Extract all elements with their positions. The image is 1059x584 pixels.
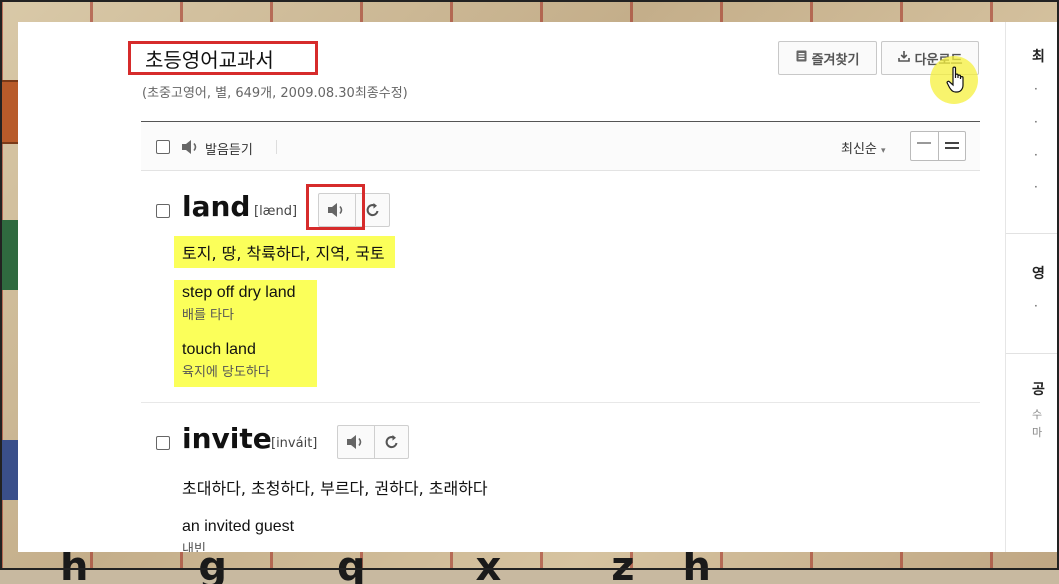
list-toolbar: 발음듣기 최신순 ▾ bbox=[141, 121, 980, 171]
phonetic: [lænd] bbox=[254, 204, 298, 219]
repeat-sound-button[interactable] bbox=[374, 426, 408, 458]
wordbook-panel: 초등영어교과서 (초중고영어, 별, 649개, 2009.08.30최종수정)… bbox=[18, 22, 1005, 552]
example-list: step off dry land 배를 타다 touch land 육지에 당… bbox=[174, 280, 317, 387]
example-translation: 육지에 당도하다 bbox=[182, 365, 270, 380]
background-decoration bbox=[0, 220, 18, 290]
side-panel-bullet[interactable]: · bbox=[1034, 82, 1038, 96]
phonetic: [inváit] bbox=[271, 436, 318, 451]
side-panel-bullet[interactable]: · bbox=[1034, 115, 1038, 129]
word-meaning: 토지, 땅, 착륙하다, 지역, 국토 bbox=[174, 236, 395, 268]
side-panel-heading: 영 bbox=[1032, 266, 1045, 282]
play-sound-button[interactable] bbox=[338, 426, 374, 458]
word-checkbox[interactable] bbox=[156, 204, 170, 218]
side-panel: 최 · · · · 영 · 공 수 마 bbox=[1005, 22, 1059, 552]
word-title: invite bbox=[182, 422, 272, 455]
view-toggle bbox=[910, 131, 966, 161]
example-sentence: step off dry land bbox=[182, 284, 296, 301]
annotation-box bbox=[306, 184, 365, 230]
hand-cursor-icon bbox=[946, 66, 968, 94]
example-translation: 배를 타다 bbox=[182, 308, 234, 323]
page-title: 초등영어교과서 bbox=[128, 41, 318, 75]
page-title-text: 초등영어교과서 bbox=[145, 47, 274, 72]
side-panel-heading: 최 bbox=[1032, 49, 1045, 65]
side-panel-bullet[interactable]: · bbox=[1034, 148, 1038, 162]
toolbar-divider bbox=[276, 140, 277, 154]
side-panel-text: 마 bbox=[1032, 426, 1043, 439]
download-icon bbox=[897, 50, 910, 66]
side-panel-text: 수 bbox=[1032, 408, 1043, 421]
listen-all-button[interactable]: 발음듣기 bbox=[205, 139, 253, 158]
word-meaning: 초대하다, 초청하다, 부르다, 권하다, 초래하다 bbox=[182, 479, 488, 498]
example-list: an invited guest 내빈 bbox=[174, 514, 474, 552]
sort-label: 최신순 bbox=[841, 142, 877, 157]
background-decoration bbox=[0, 440, 18, 500]
word-checkbox[interactable] bbox=[156, 436, 170, 450]
example-translation: 내빈 bbox=[182, 542, 206, 552]
select-all-checkbox[interactable] bbox=[156, 140, 170, 154]
side-panel-bullet[interactable]: · bbox=[1034, 299, 1038, 313]
entry-divider bbox=[141, 402, 980, 403]
speaker-icon[interactable] bbox=[181, 139, 201, 159]
favorite-button[interactable]: 즐겨찾기 bbox=[778, 41, 877, 75]
favorite-label: 즐겨찾기 bbox=[811, 52, 860, 68]
example-sentence: an invited guest bbox=[182, 518, 295, 535]
sort-dropdown[interactable]: 최신순 ▾ bbox=[841, 138, 886, 157]
compact-view-button[interactable] bbox=[911, 132, 938, 160]
word-title: land bbox=[182, 190, 251, 223]
side-panel-heading: 공 bbox=[1032, 382, 1045, 398]
wordbook-info: (초중고영어, 별, 649개, 2009.08.30최종수정) bbox=[142, 86, 408, 101]
caret-down-icon: ▾ bbox=[881, 146, 886, 156]
bookmark-icon bbox=[796, 50, 807, 66]
side-panel-bullet[interactable]: · bbox=[1034, 180, 1038, 194]
pronunciation-controls bbox=[337, 425, 409, 459]
detail-view-button[interactable] bbox=[937, 132, 966, 160]
example-sentence: touch land bbox=[182, 341, 256, 358]
